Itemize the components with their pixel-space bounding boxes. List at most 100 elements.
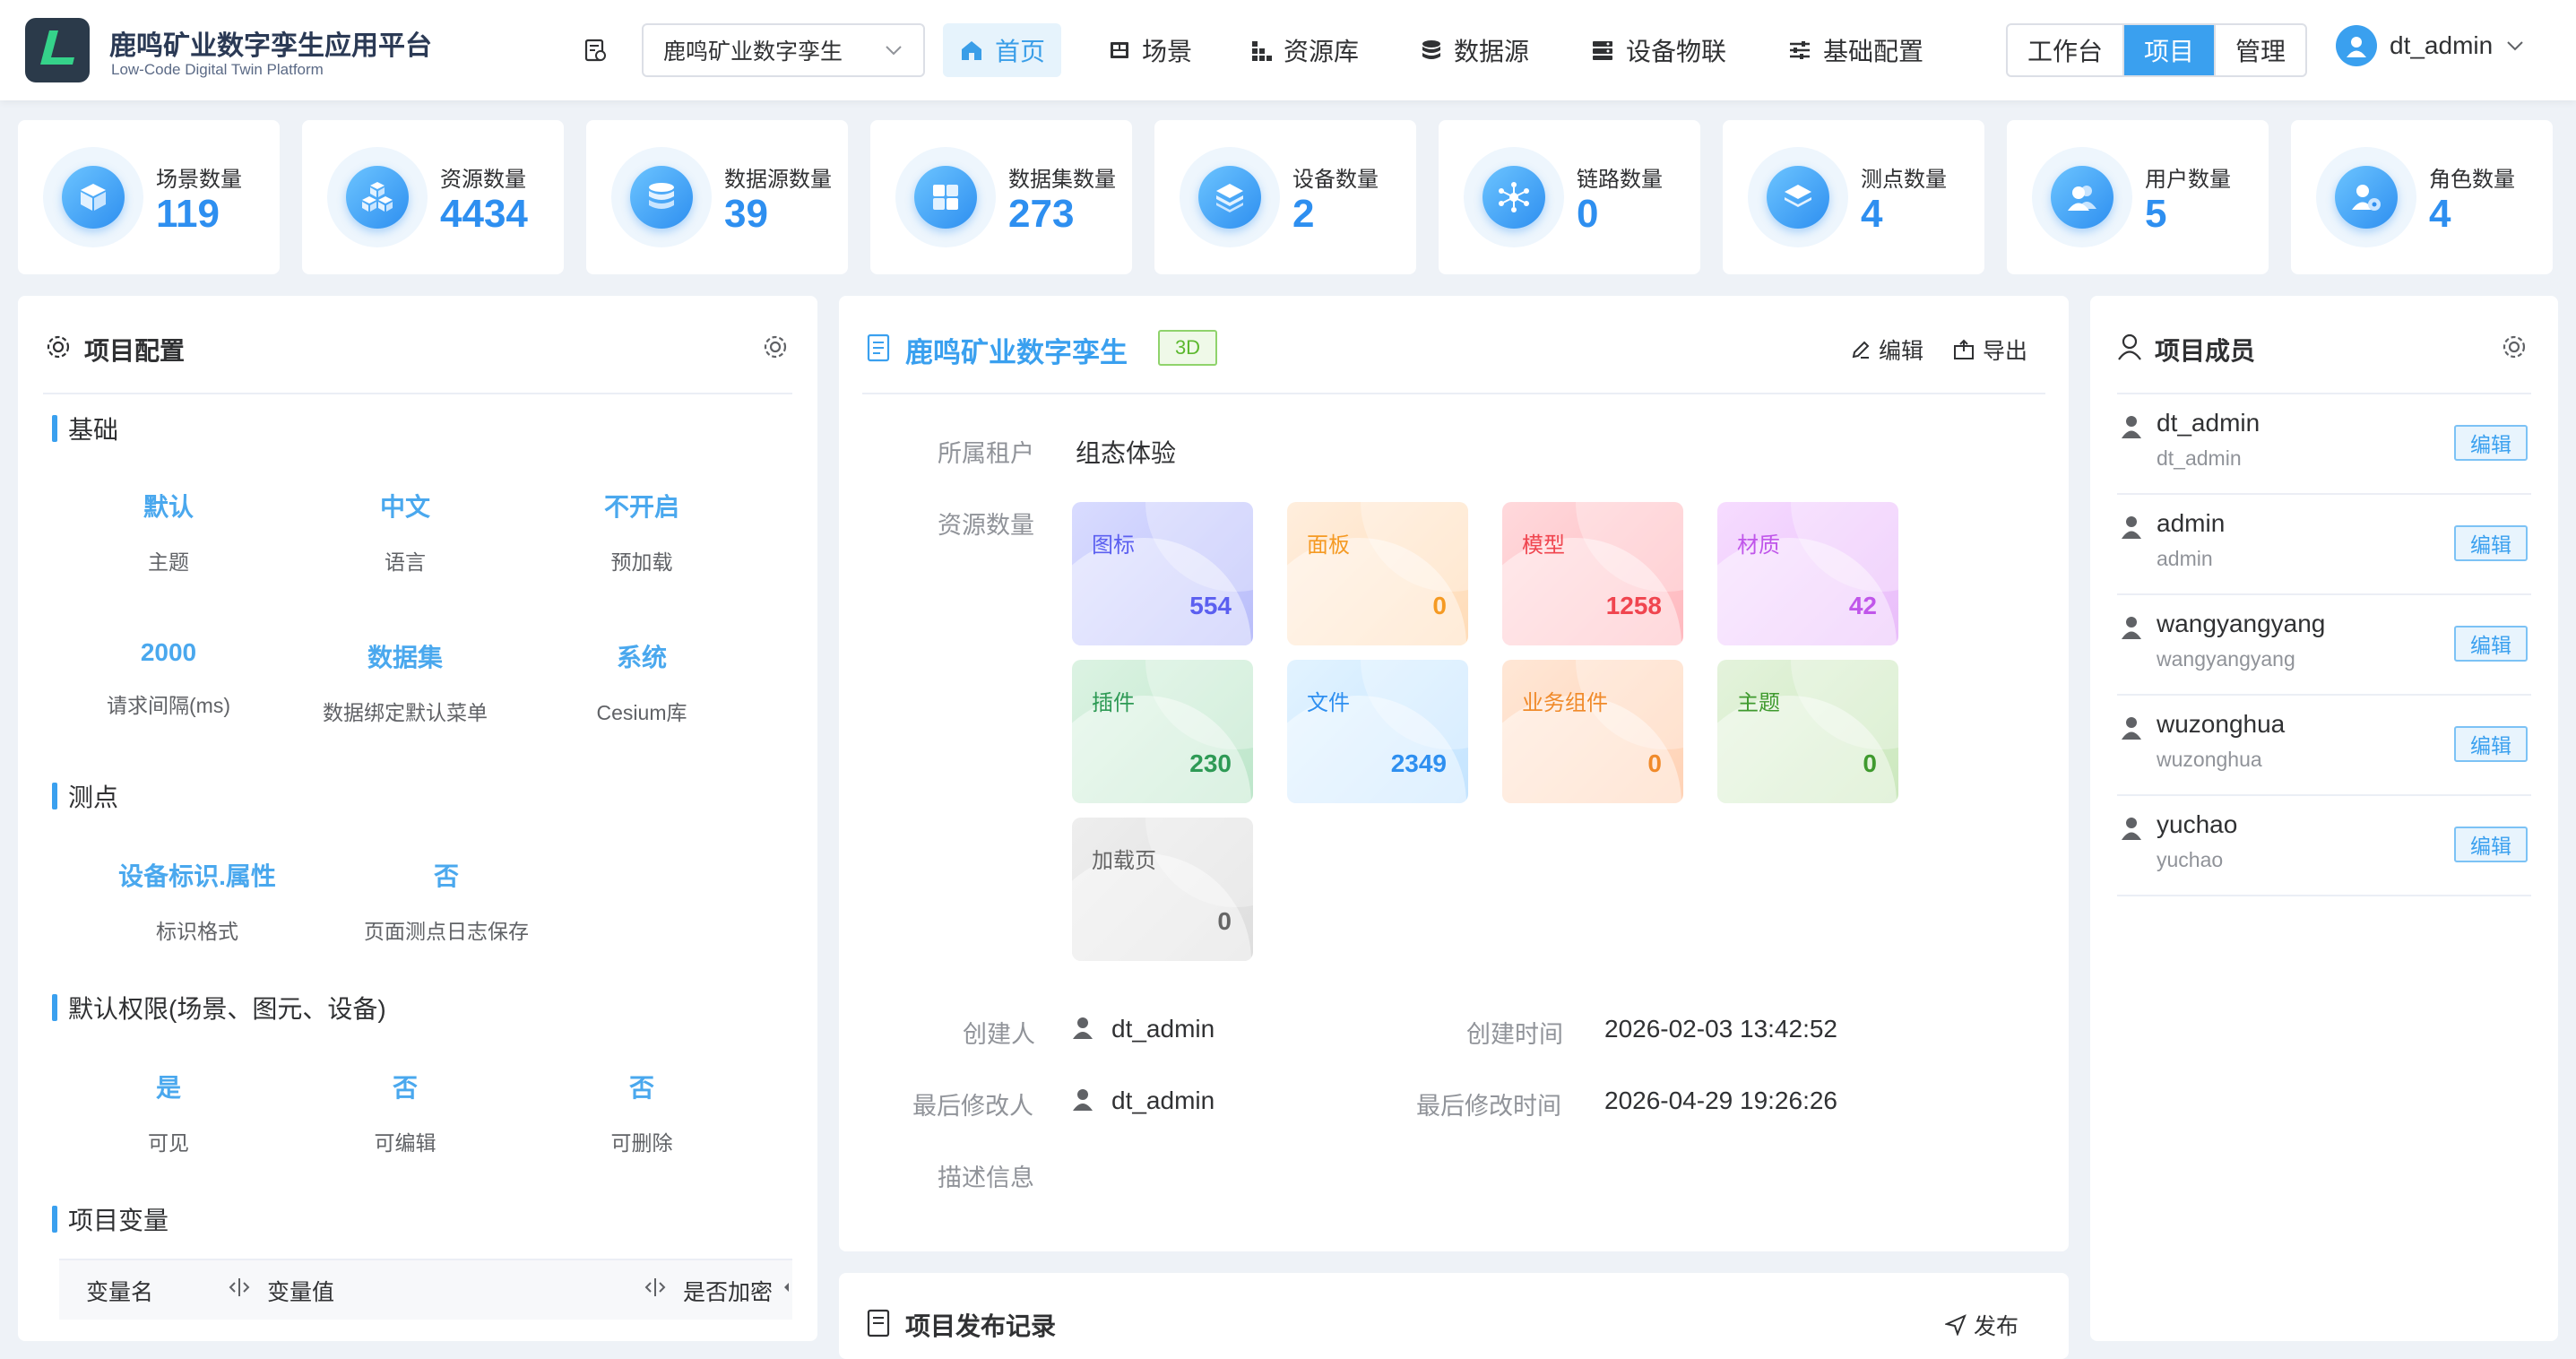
stat-value: 119: [156, 192, 220, 236]
resource-card[interactable]: 主题 0: [1717, 660, 1898, 803]
edit-member-button[interactable]: 编辑: [2454, 525, 2528, 561]
column-resize-icon[interactable]: [642, 1277, 669, 1298]
layers-icon: [1216, 184, 1243, 212]
stat-card-links[interactable]: 链路数量 0: [1439, 120, 1700, 274]
resource-type: 模型: [1522, 533, 1565, 558]
export-project-button[interactable]: 导出: [1952, 333, 2027, 366]
nav-datasource[interactable]: 数据源: [1404, 23, 1545, 77]
member-account: wuzonghua: [2157, 748, 2262, 771]
stat-label: 链路数量: [1577, 168, 1663, 192]
resource-count: 2349: [1390, 749, 1447, 777]
member-row: wangyangyang wangyangyang 编辑: [2117, 595, 2531, 696]
member-account: dt_admin: [2157, 446, 2242, 470]
mode-project[interactable]: 项目: [2124, 25, 2217, 75]
stat-card-roles[interactable]: 角色数量 4: [2291, 120, 2553, 274]
stat-card-points[interactable]: 测点数量 4: [1723, 120, 1984, 274]
resource-card[interactable]: 模型 1258: [1502, 502, 1683, 645]
config-preload[interactable]: 不开启 预加载: [523, 488, 760, 576]
member-account: yuchao: [2157, 848, 2224, 871]
resource-type: 面板: [1307, 533, 1350, 558]
user-menu[interactable]: dt_admin: [2336, 25, 2525, 66]
mode-workbench[interactable]: 工作台: [2008, 25, 2125, 75]
config-id-format[interactable]: 设备标识.属性 标识格式: [79, 857, 316, 945]
member-row: dt_admin dt_admin 编辑: [2117, 394, 2531, 495]
member-account: wangyangyang: [2157, 647, 2295, 671]
publish-button[interactable]: 发布: [1945, 1309, 2018, 1341]
mode-admin[interactable]: 管理: [2216, 25, 2305, 75]
resource-card[interactable]: 文件 2349: [1287, 660, 1468, 803]
config-request-interval[interactable]: 2000 请求间隔(ms): [50, 638, 287, 719]
stat-value: 2: [1292, 192, 1315, 236]
project-select[interactable]: 鹿鸣矿业数字孪生: [642, 23, 925, 77]
config-theme[interactable]: 默认 主题: [50, 488, 287, 576]
app-logo[interactable]: [25, 18, 90, 82]
stat-icon-ring: [327, 147, 428, 247]
scene-icon: [1111, 42, 1128, 58]
chevron-down-icon: [886, 46, 902, 56]
stat-card-datasources[interactable]: 数据源数量 39: [586, 120, 848, 274]
resource-count: 0: [1647, 749, 1662, 777]
resource-card[interactable]: 面板 0: [1287, 502, 1468, 645]
created-time-value: 2026-02-03 13:42:52: [1604, 1015, 1837, 1043]
col-var-encrypted: 是否加密: [683, 1280, 774, 1305]
user-icon: [2122, 416, 2141, 438]
app-title: 鹿鸣矿业数字孪生应用平台: [109, 31, 432, 61]
stat-card-devices[interactable]: 设备数量 2: [1154, 120, 1416, 274]
stat-value: 4434: [440, 192, 528, 236]
user-icon: [2122, 617, 2141, 639]
config-language[interactable]: 中文 语言: [287, 488, 523, 576]
stat-card-datasets[interactable]: 数据集数量 273: [870, 120, 1132, 274]
settings-gear-icon[interactable]: [2501, 333, 2528, 360]
perm-visible[interactable]: 是可见: [50, 1069, 287, 1156]
settings-gear-icon[interactable]: [762, 333, 789, 360]
user-icon: [1073, 1017, 1093, 1039]
cube-icon: [81, 184, 106, 211]
tenant-value: 组态体验: [1076, 439, 1177, 467]
stat-value: 4: [1861, 192, 1883, 236]
created-time-label: 创建时间: [1466, 1021, 1563, 1048]
edit-member-button[interactable]: 编辑: [2454, 425, 2528, 461]
user-icon: [1073, 1089, 1093, 1111]
stat-label: 用户数量: [2145, 168, 2231, 192]
project-type-badge: 3D: [1158, 330, 1217, 366]
edit-member-button[interactable]: 编辑: [2454, 726, 2528, 762]
stack-icon: [1785, 185, 1811, 207]
perm-editable[interactable]: 否可编辑: [287, 1069, 523, 1156]
resource-count: 0: [1217, 907, 1232, 935]
tenant-label: 所属租户: [938, 440, 1034, 467]
resource-type: 主题: [1737, 691, 1780, 715]
column-resize-icon[interactable]: [226, 1277, 253, 1298]
stat-icon-ring: [1464, 147, 1564, 247]
resource-card[interactable]: 材质 42: [1717, 502, 1898, 645]
config-point-log[interactable]: 否页面测点日志保存: [328, 857, 565, 945]
section-default-permission: 默认权限(场景、图元、设备): [52, 990, 386, 1026]
resource-card[interactable]: 图标 554: [1072, 502, 1253, 645]
stat-card-scenes[interactable]: 场景数量 119: [18, 120, 280, 274]
edit-member-button[interactable]: 编辑: [2454, 626, 2528, 662]
config-cesium-lib[interactable]: 系统 Cesium库: [523, 638, 760, 726]
stat-card-resources[interactable]: 资源数量 4434: [302, 120, 564, 274]
nav-home[interactable]: 首页: [943, 23, 1062, 77]
perm-deletable[interactable]: 否可删除: [523, 1069, 760, 1156]
member-name: yuchao: [2157, 810, 2238, 838]
nav-resources[interactable]: 资源库: [1233, 23, 1375, 77]
modified-time-value: 2026-04-29 19:26:26: [1604, 1086, 1837, 1114]
edit-project-button[interactable]: 编辑: [1850, 333, 1923, 366]
project-switch-icon[interactable]: [581, 36, 609, 65]
resource-card[interactable]: 加载页 0: [1072, 818, 1253, 961]
config-panel-title: 项目配置: [84, 337, 186, 365]
edit-member-button[interactable]: 编辑: [2454, 827, 2528, 862]
user-name: dt_admin: [2390, 31, 2494, 59]
nav-base-config[interactable]: 基础配置: [1771, 23, 1940, 77]
stat-icon-ring: [611, 147, 712, 247]
resource-type: 业务组件: [1522, 691, 1608, 715]
scroll-left-icon[interactable]: [782, 1280, 791, 1294]
config-binding-menu[interactable]: 数据集 数据绑定默认菜单: [287, 638, 523, 726]
nav-scene[interactable]: 场景: [1092, 23, 1208, 77]
creator-label: 创建人: [963, 1021, 1035, 1048]
section-points: 测点: [52, 778, 118, 814]
stat-card-users[interactable]: 用户数量 5: [2007, 120, 2269, 274]
nav-device-iot[interactable]: 设备物联: [1574, 23, 1742, 77]
resource-card[interactable]: 插件 230: [1072, 660, 1253, 803]
resource-card[interactable]: 业务组件 0: [1502, 660, 1683, 803]
